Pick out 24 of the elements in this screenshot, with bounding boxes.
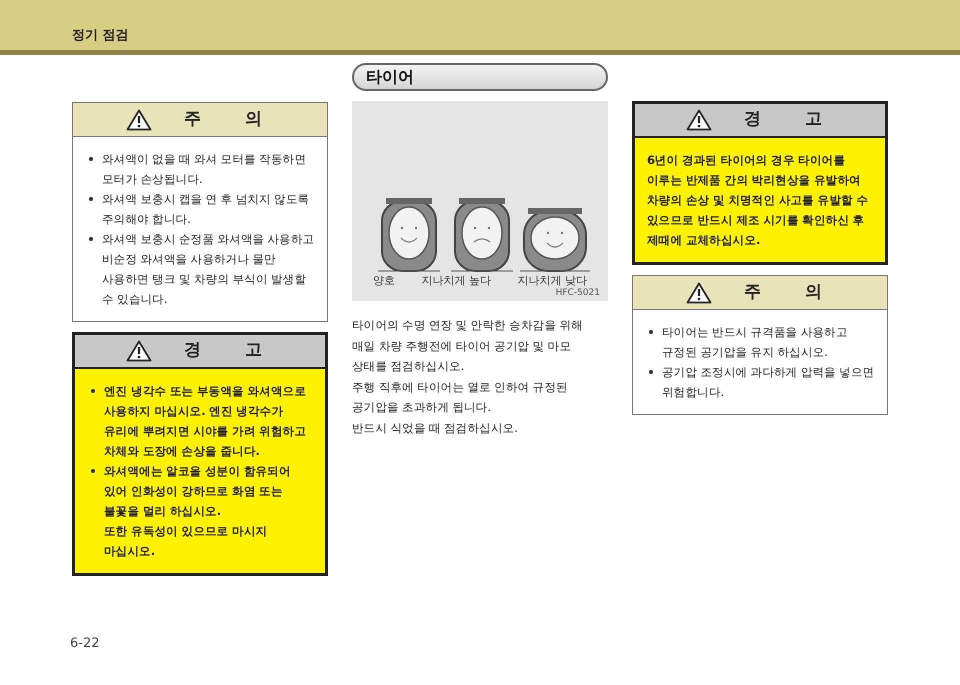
notice-title: 주 — [744, 280, 761, 304]
notice-text: 공기압 조정시에 과다하게 압력을 넣으면 위험합니다. — [662, 364, 875, 401]
body-paragraph: 타이어의 수명 연장 및 안락한 승차감을 위해 매일 차량 주행전에 타이어 공기압 및 마모 상태를 점검하십시오. — [352, 317, 584, 375]
notice-title: 고 — [805, 108, 822, 132]
notice-title: 의 — [245, 108, 262, 131]
notice-title: 경 — [744, 108, 761, 132]
notice-text: 와셔액 보충시 캡을 연 후 넘치지 않도록 주의해야 합니다. — [102, 191, 310, 228]
section-title: 타이어 — [366, 66, 414, 88]
notice-title: 주 — [184, 108, 201, 131]
notice-text: 타이어는 반드시 규격품을 사용하고 규정된 공기압을 유지 하십시오. — [662, 324, 849, 361]
notice-text: 와셔액에는 알코올 성분이 함유되어 있어 인화성이 강하므로 화염 또는 불꽃을 멀리 하십시오. — [104, 463, 292, 520]
body-paragraph: 반드시 식었을 때 점검하십시오. — [352, 420, 519, 436]
notice-title: 경 — [184, 339, 201, 362]
notice-text: 와셔액이 없을 때 와셔 모터를 작동하면 모터가 손상됩니다. — [102, 151, 307, 188]
notice-title: 고 — [245, 339, 262, 362]
page-number: 6-22 — [70, 635, 100, 653]
notice-title: 의 — [805, 280, 822, 304]
notice-text: 또한 유독성이 있으므로 마시지 마십시오. — [104, 523, 268, 560]
notice-text: 엔진 냉각수 또는 부동액을 와셔액으로 사용하지 마십시오. 엔진 냉각수가 유리에 뿌려지면 시야를 가려 위험하고 차체와 도장에 손상을 줍니다. — [104, 383, 308, 460]
body-paragraph: 주행 직후에 타이어는 열로 인하여 규정된 공기압을 초과하게 됩니다. — [352, 378, 569, 416]
notice-text: 6년이 경과된 타이어의 경우 타이어를 이루는 반제품 간의 박리현상을 유발하여 차량의 손상 및 치명적인 사고를 유발할 수 있으므로 반드시 제조 시기를 확인하신 후 제때에 교체하십시오. — [647, 152, 870, 249]
notice-text: 와셔액 보충시 순정품 와셔액을 사용하고 비순정 와셔액을 사용하거나 물만 사용하면 탱크 및 차량의 부식이 발생할 수 있습니다. — [102, 231, 315, 308]
figure-code: HFC-5021 — [556, 286, 600, 300]
header-title: 정기 점검 — [72, 26, 129, 44]
